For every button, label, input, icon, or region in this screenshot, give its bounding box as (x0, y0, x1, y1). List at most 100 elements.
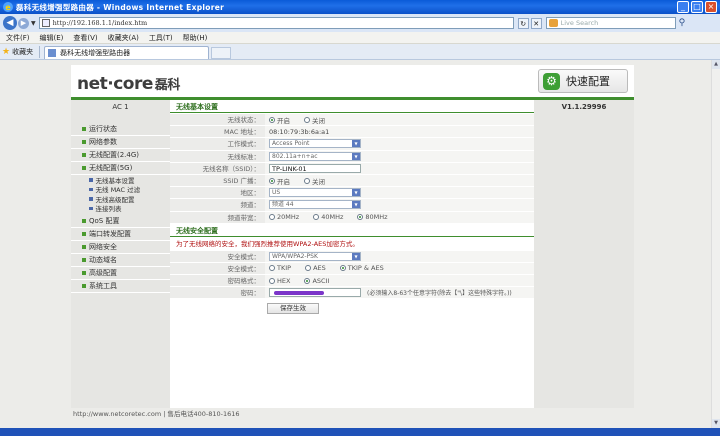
search-placeholder: Live Search (560, 19, 599, 27)
search-input[interactable]: Live Search (545, 17, 676, 29)
favorites-label[interactable]: 收藏夹 (12, 47, 33, 57)
save-button[interactable]: 保存生效 (267, 303, 319, 315)
radio-broadcast-on[interactable]: 开启 (269, 176, 290, 186)
row-wireless-standard: 无线标准： 802.11a+n+ac ▼ (170, 150, 534, 163)
row-ssid-broadcast: SSID 广播： 开启 关闭 (170, 174, 534, 188)
row-password: 密码： (必须输入8-63个任意字符(除去【"\】这些特殊字符。)) (170, 287, 534, 300)
submenu-mac-filter[interactable]: 无线 MAC 过滤 (71, 185, 170, 194)
sidebar-item-advanced[interactable]: 高级配置 (71, 267, 170, 280)
ssid-input[interactable]: TP-LINK-01 (269, 163, 361, 173)
bullet-icon (82, 258, 86, 262)
quick-config-button[interactable]: ⚙ 快速配置 (538, 69, 628, 93)
radio-status-off[interactable]: 关闭 (304, 115, 325, 125)
maximize-button[interactable]: □ (691, 1, 703, 13)
sidebar-item-network[interactable]: 网络参数 (71, 136, 170, 149)
radio-ascii[interactable]: ASCII (304, 277, 329, 285)
radio-tkip[interactable]: TKIP (269, 264, 291, 272)
menu-help[interactable]: 帮助(H) (183, 33, 208, 43)
radio-aes[interactable]: AES (305, 264, 326, 272)
address-bar: ◀ ▶ ▼ http://192.168.1.1/index.htm ↻ ✕ L… (0, 14, 720, 32)
forward-button[interactable]: ▶ (18, 17, 29, 29)
sub-bullet-icon (89, 206, 93, 210)
scroll-up-icon[interactable]: ▲ (712, 60, 720, 69)
bullet-icon (82, 127, 86, 131)
menu-favorites[interactable]: 收藏夹(A) (108, 33, 139, 43)
menu-view[interactable]: 查看(V) (73, 33, 97, 43)
sub-bullet-icon (89, 197, 93, 201)
chevron-down-icon: ▼ (352, 189, 360, 197)
menu-tools[interactable]: 工具(T) (149, 33, 173, 43)
sidebar-item-ddns[interactable]: 动态域名 (71, 254, 170, 267)
status-bar (0, 428, 720, 436)
wireless-standard-select[interactable]: 802.11a+n+ac ▼ (269, 151, 361, 161)
menu-edit[interactable]: 编辑(E) (40, 33, 64, 43)
submenu-connection-list[interactable]: 连接列表 (71, 204, 170, 213)
divider (39, 45, 41, 58)
radio-bw-20[interactable]: 20MHz (269, 213, 299, 221)
radio-broadcast-off[interactable]: 关闭 (304, 176, 325, 186)
bullet-icon (82, 271, 86, 275)
sidebar-item-wireless-5g[interactable]: 无线配置(5G) (71, 162, 170, 175)
radio-hex[interactable]: HEX (269, 277, 290, 285)
security-mode-select[interactable]: WPA/WPA2-PSK ▼ (269, 251, 361, 261)
sidebar-menu: 运行状态 网络参数 无线配置(2.4G) 无线配置(5G) 无线基本设置 无线 … (71, 123, 170, 293)
minimize-button[interactable]: _ (677, 1, 689, 13)
row-wireless-status: 无线状态： 开启 关闭 (170, 114, 534, 127)
favorites-star-icon[interactable]: ★ (2, 47, 10, 57)
sidebar-item-status[interactable]: 运行状态 (71, 123, 170, 136)
url-text: http://192.168.1.1/index.htm (52, 19, 148, 27)
channel-select[interactable]: 频道 44 ▼ (269, 200, 361, 210)
sidebar-item-qos[interactable]: QoS 配置 (71, 215, 170, 228)
ie-logo-icon: e (3, 2, 13, 12)
page-viewport: net·core 磊科 ⚙ 快速配置 AC 1 运行状态 网络参数 无线配置(2.… (0, 60, 711, 428)
password-input[interactable] (269, 288, 361, 298)
page-icon (41, 19, 50, 27)
submenu-wireless-basic[interactable]: 无线基本设置 (71, 175, 170, 185)
sidebar-item-security[interactable]: 网络安全 (71, 241, 170, 254)
new-tab-button[interactable] (211, 46, 232, 59)
radio-bw-80[interactable]: 80MHz (357, 213, 388, 221)
search-icon[interactable]: ⚲ (679, 18, 686, 28)
row-encryption: 安全模式： TKIP AES TKIP & AES (170, 262, 534, 276)
history-dropdown-icon[interactable]: ▼ (31, 20, 36, 27)
chevron-down-icon: ▼ (352, 140, 360, 148)
right-panel: V1.1.29996 (534, 100, 634, 408)
tab-title: 磊科无线增强型路由器 (60, 49, 131, 57)
row-work-mode: 工作模式： Access Point ▼ (170, 138, 534, 151)
netcore-logo: net·core 磊科 (77, 74, 180, 94)
scroll-down-icon[interactable]: ▼ (712, 419, 720, 428)
sidebar-item-wireless-24g[interactable]: 无线配置(2.4G) (71, 149, 170, 162)
sidebar-item-port-forward[interactable]: 端口转发配置 (71, 228, 170, 241)
row-channel: 频道： 频道 44 ▼ (170, 199, 534, 212)
gear-icon: ⚙ (543, 72, 560, 90)
menu-file[interactable]: 文件(F) (6, 33, 30, 43)
security-warning: 为了无线网络的安全，我们强烈推荐使用WPA2-AES加密方式。 (170, 237, 534, 251)
radio-tkip-aes[interactable]: TKIP & AES (339, 264, 384, 272)
window-title-bar: e 磊科无线增强型路由器 - Windows Internet Explorer… (0, 0, 720, 14)
row-region: 地区： US ▼ (170, 187, 534, 200)
main-content: 无线基本设置 无线状态： 开启 关闭 MAC 地址： 08:10:79:3b:6… (170, 100, 534, 408)
stop-icon[interactable]: ✕ (530, 17, 542, 29)
region-select[interactable]: US ▼ (269, 188, 361, 198)
bullet-icon (82, 153, 86, 157)
row-bandwidth: 频道带宽： 20MHz 40MHz 80MHz (170, 211, 534, 224)
submenu-wireless-advanced[interactable]: 无线高级配置 (71, 194, 170, 204)
sidebar: AC 1 运行状态 网络参数 无线配置(2.4G) 无线配置(5G) 无线基本设… (71, 100, 170, 408)
chevron-down-icon: ▼ (352, 201, 360, 209)
bullet-icon (82, 245, 86, 249)
radio-bw-40[interactable]: 40MHz (313, 213, 343, 221)
section-title-security: 无线安全配置 (170, 226, 534, 237)
bullet-icon (82, 166, 86, 170)
work-mode-select[interactable]: Access Point ▼ (269, 139, 361, 149)
firmware-version: V1.1.29996 (561, 103, 607, 111)
browser-tab[interactable]: 磊科无线增强型路由器 (44, 46, 210, 59)
close-button[interactable]: × (705, 1, 717, 13)
live-search-icon (548, 19, 558, 27)
refresh-icon[interactable]: ↻ (517, 17, 529, 29)
row-security-mode: 安全模式： WPA/WPA2-PSK ▼ (170, 250, 534, 263)
url-input[interactable]: http://192.168.1.1/index.htm (38, 17, 514, 29)
vertical-scrollbar[interactable]: ▲ ▼ (711, 60, 720, 428)
sidebar-item-system-tools[interactable]: 系统工具 (71, 280, 170, 293)
radio-status-on[interactable]: 开启 (269, 115, 290, 125)
back-button[interactable]: ◀ (3, 16, 17, 30)
